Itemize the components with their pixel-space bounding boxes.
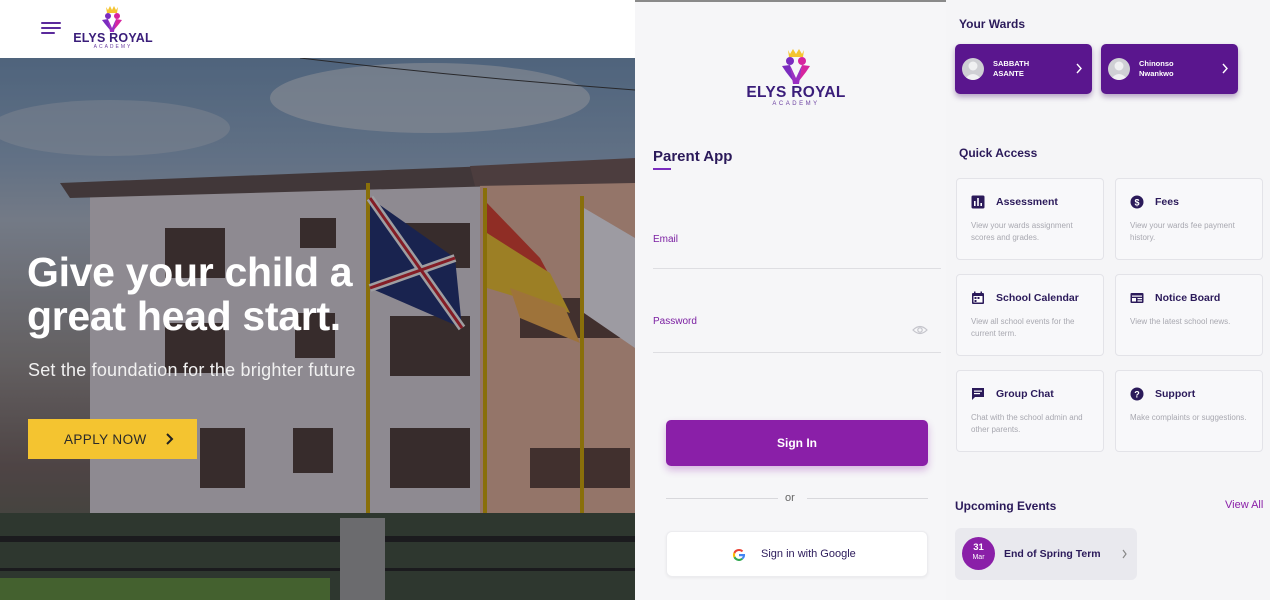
help-circle-icon: ?: [1130, 387, 1144, 401]
event-item[interactable]: 31 Mar End of Spring Term: [955, 528, 1137, 580]
landing-screen: ELYS ROYAL ACADEMY Give your child a gre…: [0, 0, 635, 600]
quick-access-fees[interactable]: $ Fees View your wards fee payment histo…: [1115, 178, 1263, 260]
sign-in-button[interactable]: Sign In: [666, 420, 928, 466]
divider-left: [666, 498, 778, 499]
hero-subheadline: Set the foundation for the brighter futu…: [28, 360, 356, 380]
hero-section: Give your child a great head start. Set …: [0, 58, 635, 600]
quick-access-school-calendar[interactable]: School Calendar View all school events f…: [956, 274, 1104, 356]
quick-access-title: Quick Access: [959, 146, 1038, 160]
divider-right: [807, 498, 928, 499]
brand-logo[interactable]: ELYS ROYAL ACADEMY: [72, 4, 154, 52]
quick-access-support[interactable]: ? Support Make complaints or suggestions…: [1115, 370, 1263, 452]
dashboard-screen: Your Wards SABBATH ASANTE Chinonso Nwank…: [946, 0, 1270, 600]
quick-access-label: Support: [1155, 388, 1196, 400]
quick-access-label: Notice Board: [1155, 292, 1221, 304]
wards-title: Your Wards: [959, 17, 1026, 31]
brand-name: ELYS ROYAL: [746, 84, 846, 101]
svg-text:$: $: [1134, 198, 1139, 208]
quick-access-description: View your wards fee payment history.: [1130, 221, 1235, 242]
event-title: End of Spring Term: [1004, 548, 1101, 560]
quick-access-label: Group Chat: [996, 388, 1054, 400]
quick-access-description: View the latest school news.: [1130, 317, 1231, 326]
quick-access-description: View your wards assignment scores and gr…: [971, 221, 1073, 242]
quick-access-description: Chat with the school admin and other par…: [971, 413, 1083, 434]
brand-logo-large: ELYS ROYAL ACADEMY: [743, 48, 849, 110]
login-title: Parent App: [653, 148, 733, 165]
quick-access-label: Fees: [1155, 196, 1179, 208]
ward-name: Chinonso Nwankwo: [1139, 59, 1174, 78]
event-date-badge: 31 Mar: [962, 537, 995, 570]
ward-card[interactable]: SABBATH ASANTE: [955, 44, 1092, 94]
google-sign-in-label: Sign in with Google: [761, 548, 856, 560]
logo-mark-icon: [782, 49, 810, 84]
login-screen: ELYS ROYAL ACADEMY Parent App Email Pass…: [635, 0, 946, 600]
eye-icon[interactable]: [912, 324, 928, 336]
notice-board-icon: [1130, 293, 1144, 303]
chevron-right-icon: [1122, 549, 1127, 559]
chevron-right-icon: [1222, 63, 1228, 74]
ward-card[interactable]: Chinonso Nwankwo: [1101, 44, 1238, 94]
or-divider-label: or: [785, 492, 795, 504]
apply-now-label: APPLY NOW: [64, 431, 147, 447]
user-avatar-icon: [964, 61, 982, 80]
calendar-icon: [972, 291, 984, 304]
email-underline: [653, 268, 941, 269]
landing-header: ELYS ROYAL ACADEMY: [0, 0, 635, 58]
event-month: Mar: [972, 554, 985, 561]
quick-access-label: Assessment: [996, 196, 1058, 208]
brand-tagline: ACADEMY: [772, 101, 820, 107]
avatar: [1108, 58, 1130, 80]
bar-chart-icon: [971, 195, 985, 209]
quick-access-label: School Calendar: [996, 292, 1079, 304]
password-label: Password: [653, 316, 697, 327]
user-avatar-icon: [1110, 61, 1128, 80]
chevron-right-icon: [1076, 63, 1082, 74]
chat-icon: [972, 388, 984, 400]
email-field[interactable]: [653, 248, 941, 268]
email-label: Email: [653, 234, 679, 245]
hamburger-icon[interactable]: [41, 22, 61, 36]
google-icon: [732, 548, 746, 561]
hero-headline: Give your child a great head start.: [27, 249, 353, 339]
title-underline: [653, 168, 671, 170]
view-all-link[interactable]: View All: [1225, 499, 1263, 511]
dollar-circle-icon: $: [1130, 195, 1144, 209]
quick-access-description: Make complaints or suggestions.: [1130, 413, 1247, 422]
brand-name: ELYS ROYAL: [73, 31, 153, 45]
upcoming-events-title: Upcoming Events: [955, 499, 1057, 513]
apply-now-button[interactable]: APPLY NOW: [28, 419, 197, 459]
quick-access-group-chat[interactable]: Group Chat Chat with the school admin an…: [956, 370, 1104, 452]
password-underline: [653, 352, 941, 353]
quick-access-description: View all school events for the current t…: [971, 317, 1075, 338]
quick-access-notice-board[interactable]: Notice Board View the latest school news…: [1115, 274, 1263, 356]
google-sign-in-button[interactable]: Sign in with Google: [666, 531, 928, 577]
avatar: [962, 58, 984, 80]
password-field[interactable]: [653, 330, 903, 350]
ward-name: SABBATH ASANTE: [993, 59, 1030, 78]
app-screenshots: ELYS ROYAL ACADEMY Give your child a gre…: [0, 0, 1270, 600]
event-day: 31: [973, 542, 984, 553]
chevron-right-icon: [166, 433, 174, 445]
svg-text:?: ?: [1134, 390, 1140, 400]
brand-tagline: ACADEMY: [93, 44, 133, 50]
quick-access-assessment[interactable]: Assessment View your wards assignment sc…: [956, 178, 1104, 260]
